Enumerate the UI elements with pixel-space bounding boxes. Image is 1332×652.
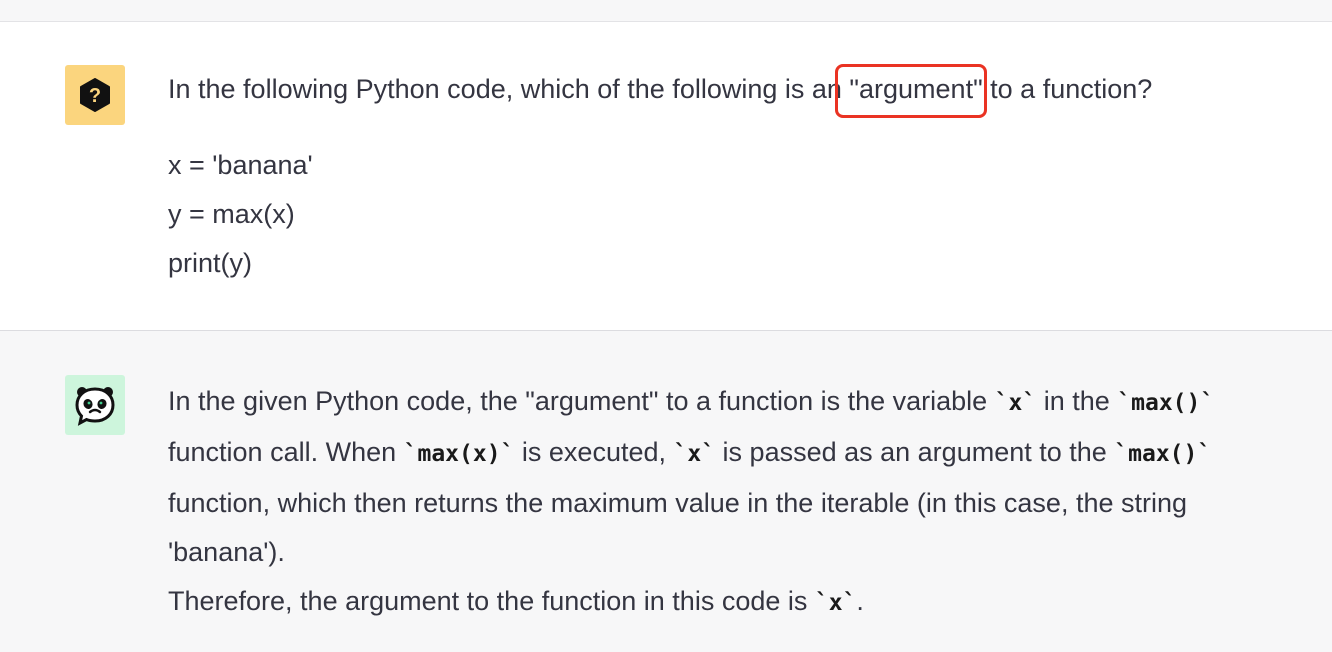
inline-code: `x` [994,390,1037,416]
assistant-message: In the given Python code, the "argument"… [0,332,1332,652]
assistant-avatar [65,375,125,435]
svg-text:?: ? [89,85,101,107]
top-strip [0,0,1332,22]
question-hexagon-icon: ? [80,78,110,112]
inline-code: `x` [673,441,716,467]
user-avatar: ? [65,65,125,125]
inline-code: `x` [814,590,857,616]
answer-paragraph-1: In the given Python code, the "argument"… [168,386,1215,567]
inline-code: `max()` [1117,390,1215,416]
user-message: ? In the following Python code, which of… [0,22,1332,331]
code-line-3: print(y) [168,248,253,278]
inline-code: `max()` [1114,441,1212,467]
user-message-content: In the following Python code, which of t… [168,64,1302,288]
code-line-1: x = 'banana' [168,150,313,180]
inline-code: `max(x)` [403,441,515,467]
highlighted-term: "argument" [835,64,987,118]
answer-paragraph-2: Therefore, the argument to the function … [168,586,864,616]
question-text: In the following Python code, which of t… [168,64,1302,118]
code-line-2: y = max(x) [168,199,295,229]
assistant-message-content: In the given Python code, the "argument"… [168,377,1302,628]
panda-chat-icon [75,387,115,426]
